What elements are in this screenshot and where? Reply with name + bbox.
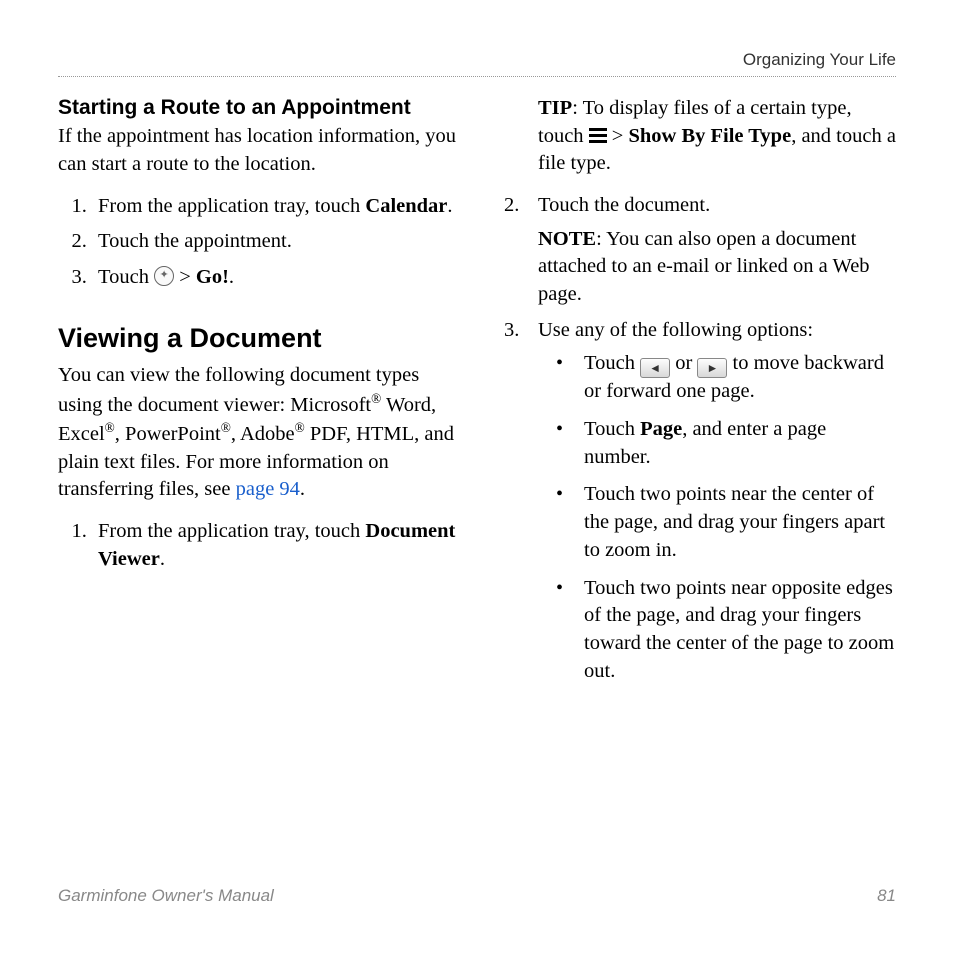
forward-arrow-icon: ► [697, 358, 727, 378]
list-item: From the application tray, touch Calenda… [92, 193, 456, 221]
ordered-list: From the application tray, touch Documen… [58, 518, 456, 573]
section-heading: Starting a Route to an Appointment [58, 95, 456, 121]
list-item: Touch the appointment. [92, 228, 456, 256]
bullet-list: Touch ◄ or ► to move backward or forward… [538, 350, 896, 685]
page-number: 81 [877, 886, 896, 906]
ordered-list: From the application tray, touch Calenda… [58, 193, 456, 292]
route-icon [154, 266, 174, 286]
list-item: Touch the document. NOTE: You can also o… [532, 192, 896, 309]
body-text: You can view the following document type… [58, 362, 456, 504]
list-item: Use any of the following options: Touch … [532, 317, 896, 685]
book-title: Garminfone Owner's Manual [58, 886, 274, 906]
list-item: From the application tray, touch Documen… [92, 518, 456, 573]
list-item: Touch two points near opposite edges of … [556, 575, 896, 686]
section-heading: Viewing a Document [58, 320, 456, 356]
page-header: Organizing Your Life [58, 50, 896, 77]
list-item: Touch ◄ or ► to move backward or forward… [556, 350, 896, 406]
ordered-list: Touch the document. NOTE: You can also o… [498, 192, 896, 685]
list-item: Touch two points near the center of the … [556, 481, 896, 564]
back-arrow-icon: ◄ [640, 358, 670, 378]
content-columns: Starting a Route to an Appointment If th… [58, 95, 896, 695]
page-footer: Garminfone Owner's Manual 81 [58, 886, 896, 906]
list-item: Touch Page, and enter a page number. [556, 416, 896, 471]
menu-icon [589, 128, 607, 144]
left-column: Starting a Route to an Appointment If th… [58, 95, 456, 695]
page-link[interactable]: page 94 [236, 478, 300, 500]
body-text: If the appointment has location informat… [58, 123, 456, 178]
list-item: Touch > Go!. [92, 264, 456, 292]
right-column: TIP: To display files of a certain type,… [498, 95, 896, 695]
manual-page: Organizing Your Life Starting a Route to… [0, 0, 954, 954]
note-block: NOTE: You can also open a document attac… [538, 226, 896, 309]
tip-block: TIP: To display files of a certain type,… [498, 95, 896, 178]
chapter-title: Organizing Your Life [743, 50, 896, 69]
